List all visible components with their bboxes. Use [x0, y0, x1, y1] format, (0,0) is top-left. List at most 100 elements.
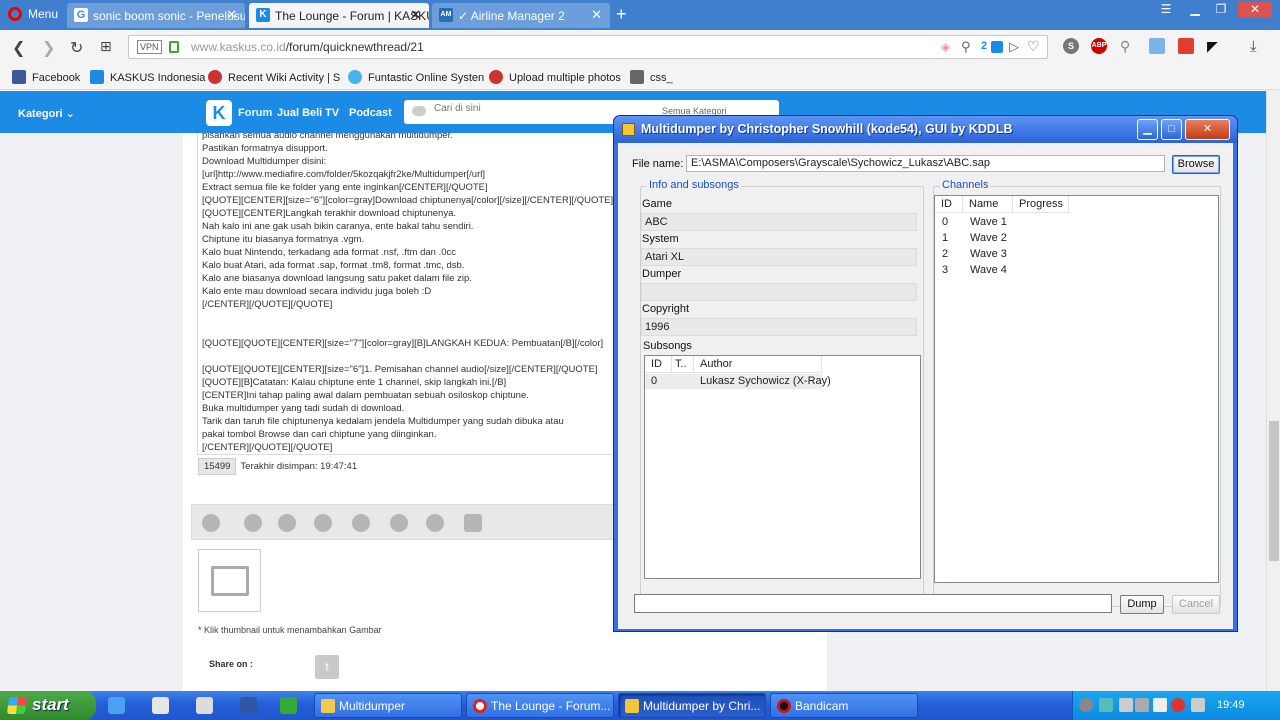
tray-network-icon[interactable] [1099, 698, 1113, 712]
kategori-menu[interactable]: Kategori ⌄ [18, 107, 75, 120]
tracker-count[interactable]: 2 [981, 40, 987, 52]
desktop-quicklaunch-icon[interactable] [152, 697, 169, 714]
column-header-name[interactable]: Name [963, 196, 1013, 213]
new-tab-plus-icon[interactable]: + [616, 4, 627, 25]
task-bandicam[interactable]: Bandicam [770, 693, 918, 718]
secure-lock-icon[interactable] [169, 41, 179, 53]
task-opera[interactable]: The Lounge - Forum... [466, 693, 614, 718]
adblock-icon[interactable]: ABP [1091, 38, 1107, 54]
nav-podcast[interactable]: Podcast [349, 107, 392, 119]
extension-cube-icon[interactable]: ◈ [941, 40, 950, 54]
bookmark-funtastic[interactable]: Funtastic Online Systen [348, 70, 484, 84]
tray-signal-icon[interactable] [1153, 698, 1167, 712]
column-header-id[interactable]: ID [935, 196, 963, 213]
column-header-author[interactable]: Author [694, 356, 822, 373]
emoticon-icon[interactable] [464, 514, 482, 532]
bookmark-css[interactable]: css_ [630, 70, 673, 84]
kaskus-search-input[interactable] [434, 103, 634, 114]
tab-close-icon[interactable]: ✕ [226, 7, 237, 23]
file-name-field[interactable]: E:\ASMA\Composers\Grayscale\Sychowicz_Lu… [686, 155, 1165, 172]
vpn-badge[interactable]: VPN [137, 40, 162, 54]
app-quicklaunch-icon[interactable] [196, 697, 213, 714]
tray-volume-icon[interactable] [1171, 698, 1185, 712]
tab-google-search[interactable]: G sonic boom sonic - Penelusur ✕ [67, 3, 245, 28]
maximize-button[interactable]: □ [1161, 119, 1182, 140]
dump-button[interactable]: Dump [1120, 595, 1164, 614]
column-header-id[interactable]: ID [645, 356, 672, 373]
media-quicklaunch-icon[interactable] [280, 697, 297, 714]
emoticon-icon[interactable] [426, 514, 444, 532]
kaskus-ext-icon[interactable] [991, 41, 1003, 53]
close-window-icon[interactable]: ✕ [1238, 2, 1272, 18]
ps-quicklaunch-icon[interactable] [240, 697, 257, 714]
flow-ext-icon[interactable]: ◤ [1207, 38, 1218, 55]
tab-title: The Lounge - Forum | KASKUS [275, 9, 429, 23]
table-row[interactable]: 0 Lukasz Sychowicz (X-Ray) [645, 374, 831, 389]
send-icon[interactable]: ▷ [1009, 39, 1019, 55]
editor-line: [QUOTE][QUOTE][CENTER][size="6"]1. Pemis… [202, 364, 598, 375]
add-image-thumbnail[interactable] [198, 549, 261, 612]
speed-dial-icon[interactable]: ⊞ [100, 38, 112, 55]
bookmark-upload[interactable]: Upload multiple photos [489, 70, 621, 84]
bookmark-facebook[interactable]: Facebook [12, 70, 80, 84]
search-page-icon[interactable]: ⚲ [961, 39, 971, 55]
download-icon[interactable]: ⤓ [1250, 38, 1257, 55]
nav-forum[interactable]: Forum [238, 107, 272, 119]
list-item[interactable]: 2 Wave 3 [935, 247, 1218, 263]
url-text[interactable]: www.kaskus.co.id/forum/quicknewthread/21 [191, 40, 424, 54]
column-header-track[interactable]: T.. [672, 356, 694, 373]
start-button[interactable]: start [0, 691, 96, 720]
window-titlebar[interactable]: Multidumper by Christopher Snowhill (kod… [614, 116, 1237, 143]
magnifier-ext-icon[interactable]: ⚲ [1120, 38, 1130, 55]
thread-editor[interactable]: pisahkan semua audio channel menggunakan… [197, 133, 617, 455]
opera-menu-button[interactable]: Menu [8, 7, 58, 21]
tab-airline-manager[interactable]: AM ✓ Airline Manager 2 ✕ [432, 3, 610, 28]
task-multidumper-window[interactable]: Multidumper by Chri... [618, 693, 766, 718]
tab-close-icon[interactable]: ✕ [410, 7, 421, 23]
tray-battery-icon[interactable] [1191, 698, 1205, 712]
task-multidumper-folder[interactable]: Multidumper [314, 693, 462, 718]
emoticon-icon[interactable] [352, 514, 370, 532]
emoticon-icon[interactable] [390, 514, 408, 532]
list-item[interactable]: 1 Wave 2 [935, 231, 1218, 247]
minimize-icon[interactable]: ▁ [1184, 2, 1206, 18]
url-field[interactable]: VPN www.kaskus.co.id/forum/quicknewthrea… [128, 35, 1048, 59]
pocket-ext-icon[interactable] [1178, 38, 1194, 54]
tab-menu-icon[interactable]: ☰ [1155, 2, 1177, 18]
close-button[interactable]: ✕ [1185, 119, 1230, 140]
bookmark-kaskus[interactable]: KASKUS Indonesia [90, 70, 205, 84]
list-item[interactable]: 0 Wave 1 [935, 215, 1218, 231]
ie-quicklaunch-icon[interactable] [108, 697, 125, 714]
emoticon-icon[interactable] [314, 514, 332, 532]
restore-icon[interactable]: ❐ [1210, 2, 1232, 18]
sidebar-ext-icon[interactable]: S [1063, 38, 1079, 54]
nav-tv[interactable]: TV [325, 107, 339, 119]
tab-kaskus[interactable]: K The Lounge - Forum | KASKUS ✕ [249, 3, 429, 28]
url-path: /forum/quicknewthread/21 [285, 40, 424, 54]
kaskus-logo[interactable]: K [206, 100, 232, 126]
tray-arrow-icon[interactable] [1079, 698, 1093, 712]
page-scrollbar[interactable] [1266, 91, 1280, 691]
subsongs-list[interactable]: ID T.. Author 0 Lukasz Sychowicz (X-Ray) [644, 355, 921, 579]
minimize-button[interactable]: ▁ [1137, 119, 1158, 140]
reload-icon[interactable]: ↻ [70, 38, 83, 58]
column-header-progress[interactable]: Progress [1013, 196, 1069, 213]
back-icon[interactable]: ❮ [12, 38, 25, 58]
heart-bookmark-icon[interactable]: ♡ [1027, 38, 1040, 55]
list-item[interactable]: 3 Wave 4 [935, 263, 1218, 279]
screenshot-ext-icon[interactable] [1149, 38, 1165, 54]
browse-button[interactable]: Browse [1172, 155, 1220, 174]
forward-icon[interactable]: ❯ [42, 38, 55, 58]
tab-close-icon[interactable]: ✕ [591, 7, 602, 23]
cancel-button[interactable]: Cancel [1172, 595, 1220, 614]
bookmark-wiki[interactable]: Recent Wiki Activity | S [208, 70, 340, 84]
twitter-share-icon[interactable]: t [315, 655, 339, 679]
emoticon-icon[interactable] [278, 514, 296, 532]
emoticon-icon[interactable] [244, 514, 262, 532]
nav-jual-beli[interactable]: Jual Beli [277, 107, 322, 119]
emoticon-icon[interactable] [202, 514, 220, 532]
tray-app-icon[interactable] [1119, 698, 1133, 712]
channels-list[interactable]: ID Name Progress 0 Wave 1 1 Wave 2 2 Wav… [934, 195, 1219, 583]
tray-wifi-icon[interactable] [1135, 698, 1149, 712]
scrollbar-thumb[interactable] [1269, 421, 1279, 561]
